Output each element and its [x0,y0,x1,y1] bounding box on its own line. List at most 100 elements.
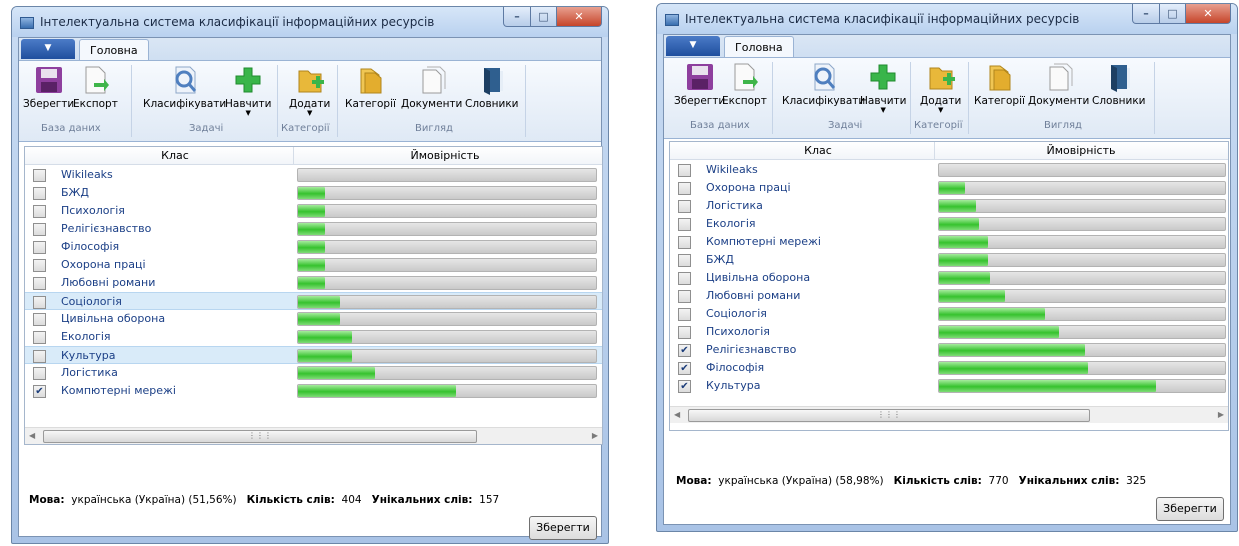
row-checkbox[interactable]: ✔ [678,344,691,357]
row-checkbox[interactable] [33,187,46,200]
save-button[interactable]: Зберегти [1156,497,1224,521]
table-row[interactable]: БЖД [25,184,602,202]
column-header-probability[interactable]: Ймовірність [295,149,595,162]
row-checkbox[interactable] [678,308,691,321]
close-button[interactable]: ✕ [1186,4,1231,24]
table-row[interactable]: Охорона праці [670,179,1228,197]
row-checkbox[interactable] [678,218,691,231]
row-checkbox[interactable] [678,290,691,303]
row-checkbox[interactable] [33,331,46,344]
train-ribbon-button[interactable]: Навчити ▼ [860,62,907,114]
scrollbar-thumb[interactable]: ⋮⋮⋮ [43,430,477,443]
column-header-probability[interactable]: Ймовірність [936,144,1226,157]
save-ribbon-button[interactable]: Зберегти [23,65,74,110]
table-row[interactable]: ✔ Компютерні мережі [25,382,602,400]
horizontal-scrollbar[interactable]: ◀ ⋮⋮⋮ ▶ [25,427,602,444]
row-checkbox[interactable] [678,326,691,339]
table-row[interactable]: Wikileaks [670,161,1228,179]
minimize-button[interactable]: – [1132,4,1160,24]
title-bar[interactable]: Інтелектуальна система класифікації інфо… [12,7,608,37]
row-checkbox[interactable] [678,236,691,249]
table-row[interactable]: Філософія [25,238,602,256]
tab-home[interactable]: Головна [79,39,149,61]
scroll-right-arrow-icon[interactable]: ▶ [592,431,598,440]
add-ribbon-button[interactable]: Додати ▼ [289,65,330,117]
table-row[interactable]: БЖД [670,251,1228,269]
dictionaries-ribbon-button[interactable]: Словники [1092,62,1146,107]
categories-ribbon-button[interactable]: Категорії [974,62,1025,107]
application-menu-button[interactable]: ▼ [666,36,720,56]
column-header-class[interactable]: Клас [700,144,936,157]
classification-grid[interactable]: Клас Ймовірність Wikileaks Охорона праці Л… [669,141,1229,431]
client-area: ▼ Головна Зберегти Експорт Класифікувати… [663,34,1231,525]
table-row[interactable]: Культура [25,346,602,364]
save-button[interactable]: Зберегти [529,516,597,540]
title-bar[interactable]: Інтелектуальна система класифікації інфо… [657,4,1237,34]
row-checkbox[interactable] [678,272,691,285]
dictionaries-ribbon-button[interactable]: Словники [465,65,519,110]
documents-ribbon-button[interactable]: Документи [401,65,462,110]
row-checkbox[interactable]: ✔ [678,362,691,375]
row-checkbox[interactable] [33,277,46,290]
minimize-button[interactable]: – [503,7,531,27]
table-row[interactable]: Екологія [25,328,602,346]
row-checkbox[interactable] [678,200,691,213]
row-checkbox[interactable] [33,350,46,363]
table-row[interactable]: Психологія [25,202,602,220]
horizontal-scrollbar[interactable]: ◀ ⋮⋮⋮ ▶ [670,406,1228,423]
table-row[interactable]: Wikileaks [25,166,602,184]
row-checkbox[interactable] [678,254,691,267]
classify-ribbon-button[interactable]: Класифікувати [143,65,226,110]
save-ribbon-button[interactable]: Зберегти [674,62,725,107]
row-checkbox[interactable] [678,164,691,177]
table-row[interactable]: Цивільна оборона [670,269,1228,287]
table-row[interactable]: Психологія [670,323,1228,341]
table-row[interactable]: Любовні романи [670,287,1228,305]
scroll-right-arrow-icon[interactable]: ▶ [1218,410,1224,419]
table-row[interactable]: Екологія [670,215,1228,233]
table-row[interactable]: Релігієзнавство [25,220,602,238]
export-ribbon-button[interactable]: Експорт [73,65,118,110]
row-checkbox[interactable] [33,205,46,218]
maximize-button[interactable]: □ [1160,4,1186,24]
row-checkbox[interactable]: ✔ [33,385,46,398]
table-row[interactable]: Цивільна оборона [25,310,602,328]
add-ribbon-button[interactable]: Додати ▼ [920,62,961,114]
classification-grid[interactable]: Клас Ймовірність Wikileaks БЖД Психологія Р… [24,146,603,445]
row-checkbox[interactable] [33,169,46,182]
documents-ribbon-button[interactable]: Документи [1028,62,1089,107]
scroll-left-arrow-icon[interactable]: ◀ [29,431,35,440]
table-row[interactable]: Компютерні мережі [670,233,1228,251]
column-header-class[interactable]: Клас [55,149,295,162]
close-button[interactable]: ✕ [557,7,602,27]
scroll-left-arrow-icon[interactable]: ◀ [674,410,680,419]
probability-bar [938,307,1226,321]
table-row[interactable]: ✔ Релігієзнавство [670,341,1228,359]
classify-ribbon-button[interactable]: Класифікувати [782,62,865,107]
row-checkbox[interactable] [33,223,46,236]
maximize-button[interactable]: □ [531,7,557,27]
row-checkbox[interactable] [33,259,46,272]
table-row[interactable]: Логістика [25,364,602,382]
table-row[interactable]: Соціологія [25,292,602,310]
table-row[interactable]: ✔ Філософія [670,359,1228,377]
table-row[interactable]: ✔ Культура [670,377,1228,395]
row-checkbox[interactable] [33,367,46,380]
table-row[interactable]: Логістика [670,197,1228,215]
scrollbar-thumb[interactable]: ⋮⋮⋮ [688,409,1090,422]
row-checkbox[interactable] [33,241,46,254]
train-ribbon-button[interactable]: Навчити ▼ [225,65,272,117]
row-checkbox[interactable]: ✔ [678,380,691,393]
probability-bar [938,253,1226,267]
row-checkbox[interactable] [33,313,46,326]
tab-home[interactable]: Головна [724,36,794,58]
row-checkbox[interactable] [678,182,691,195]
categories-ribbon-button[interactable]: Категорії [345,65,396,110]
table-row[interactable]: Соціологія [670,305,1228,323]
export-ribbon-button[interactable]: Експорт [722,62,767,107]
table-row[interactable]: Охорона праці [25,256,602,274]
probability-bar [938,361,1226,375]
application-menu-button[interactable]: ▼ [21,39,75,59]
row-checkbox[interactable] [33,296,46,309]
table-row[interactable]: Любовні романи [25,274,602,292]
